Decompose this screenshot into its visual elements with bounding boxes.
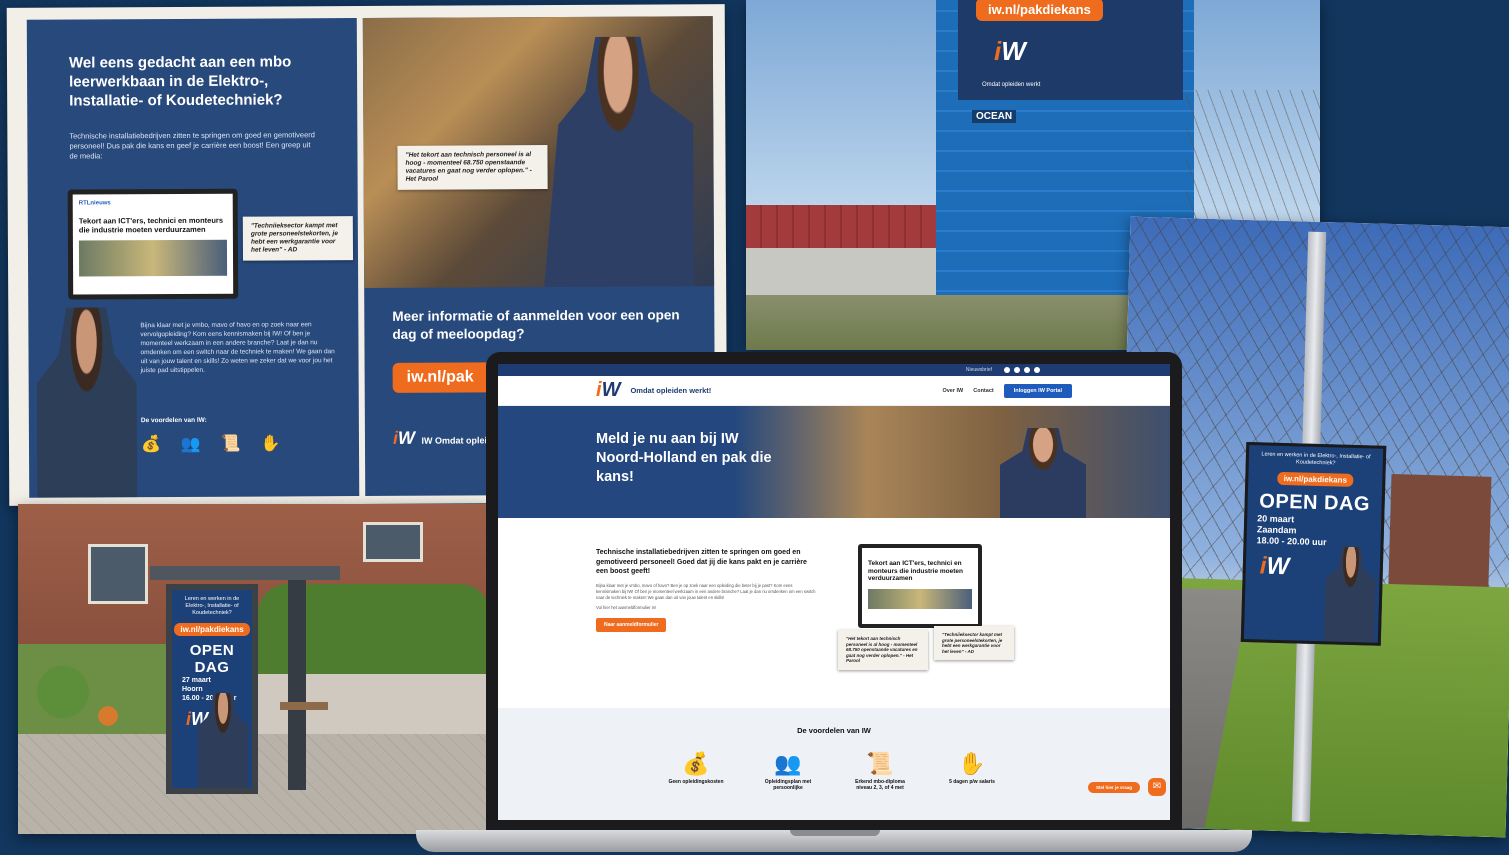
benefit-item: ✋ 5 dagen p/w salaris <box>941 751 1003 791</box>
newspaper-body-text: Technische installatiebedrijven zitten t… <box>69 130 315 161</box>
laptop-notch <box>790 830 880 836</box>
site-quote-ad: "Techniieksector kampt met grote persone… <box>934 626 1014 660</box>
shelter-wall <box>288 580 306 790</box>
benefit-item: 👥 Opleidingsplan met persoonlijke <box>757 751 819 791</box>
signup-form-button[interactable]: Naar aanmeldformulier <box>596 617 667 632</box>
newspaper-body-text-2: Bijna klaar met je vmbo, mavo of havo en… <box>140 321 335 375</box>
money-bag-icon: 💰 <box>682 751 710 776</box>
newspaper-headline: Wel eens gedacht aan een mbo leerwerkbaa… <box>68 53 292 110</box>
newspaper-brand-line: IW Omdat opleid <box>421 435 493 446</box>
newspaper-laptop-image: RTLnieuws Tekort aan ICT'ers, technici e… <box>67 188 239 300</box>
iw-logo-icon: iW <box>392 427 416 448</box>
billboard-tagline: Omdat opleiden werkt <box>982 82 1041 88</box>
site-quote-parool: "Het tekort aan technisch personeel is a… <box>838 630 928 670</box>
newspaper-benefits-title: De voordelen van IW: <box>140 416 207 425</box>
iw-logo-icon: iW <box>994 36 1026 66</box>
benefit-label: Geen opleidingskosten <box>668 779 724 785</box>
people-icon: 👥 <box>180 435 201 453</box>
site-nav: iW Omdat opleiden werkt! Over IW Contact… <box>498 376 1170 406</box>
poster-open-dag: OPEN DAG <box>189 642 235 676</box>
intro-title: Technische installatiebedrijven zitten t… <box>596 549 807 575</box>
poster-date: 27 maart <box>182 677 211 684</box>
hand-coin-icon: ✋ <box>260 435 281 453</box>
newspaper-benefits: De voordelen van IW: 💰 👥 📜 ✋ <box>141 416 341 454</box>
intro-link[interactable]: Vul hier het aanmeldformulier in! <box>596 605 816 610</box>
site-topbar: Nieuwsbrief <box>498 364 1170 376</box>
benefit-label: 5 dagen p/w salaris <box>949 779 995 785</box>
website-screen: Nieuwsbrief iW Omdat opleiden werkt! Ove… <box>498 364 1170 820</box>
billboard-url: iw.nl/pakdiekans <box>976 0 1103 21</box>
open-dag-poster: Leren en werken in de Elektro-, Installa… <box>1240 441 1387 646</box>
laptop: Nieuwsbrief iW Omdat opleiden werkt! Ove… <box>486 352 1182 832</box>
chat-prompt[interactable]: Stel hier je vraag <box>1088 782 1141 793</box>
intro-section: Technische installatiebedrijven zitten t… <box>596 548 816 632</box>
diploma-icon: 📜 <box>866 751 894 776</box>
window <box>363 522 423 562</box>
diploma-icon: 📜 <box>220 435 241 453</box>
money-bag-icon: 💰 <box>140 436 161 454</box>
hero-student-image <box>1000 428 1086 518</box>
menu-contact[interactable]: Contact <box>973 388 993 394</box>
window <box>88 544 148 604</box>
poster-url: iw.nl/pakdiekans <box>174 623 250 636</box>
menu-over-iw[interactable]: Over IW <box>942 388 963 394</box>
shelter-roof <box>150 566 340 580</box>
instagram-icon[interactable] <box>1014 367 1020 373</box>
poster-place: Hoorn <box>182 686 203 693</box>
newspaper-brand: iW IW Omdat opleid <box>393 427 493 449</box>
newsletter-link[interactable]: Nieuwsbrief <box>966 367 992 373</box>
benefit-item: 💰 Geen opleidingskosten <box>665 751 727 791</box>
tower-label: OCEAN <box>972 110 1017 123</box>
poster-intro: Leren en werken in de Elektro-, Installa… <box>1261 451 1371 467</box>
linkedin-icon[interactable] <box>1024 367 1030 373</box>
article-source: RTLnieuws <box>78 200 111 207</box>
quote-note-parool: "Het tekort aan technisch personeel is a… <box>397 145 548 190</box>
site-slogan: Omdat opleiden werkt! <box>630 386 712 395</box>
facebook-icon[interactable] <box>1004 367 1010 373</box>
newspaper-left-page: Wel eens gedacht aan een mbo leerwerkbaa… <box>26 18 360 498</box>
chat-icon[interactable]: ✉ <box>1148 778 1166 796</box>
portal-login-button[interactable]: Inloggen IW Portal <box>1003 383 1072 398</box>
benefits-section: De voordelen van IW 💰 Geen opleidingskos… <box>498 708 1170 820</box>
hero-title: Meld je nu aan bij IW Noord-Holland en p… <box>596 431 772 485</box>
article-title: Tekort aan ICT'ers, technici en monteurs… <box>78 215 224 235</box>
newspaper-cta-question: Meer informatie of aanmelden voor een op… <box>392 307 680 342</box>
benefit-label: Erkend mbo-diploma niveau 2, 3, of 4 met <box>855 779 905 791</box>
poster-url: iw.nl/pakdiekans <box>1277 471 1354 487</box>
site-article-title: Tekort aan ICT'ers, technici en monteurs… <box>868 560 963 582</box>
hand-coin-icon: ✋ <box>958 751 986 776</box>
open-dag-poster: Leren en werken in de Elektro-, Installa… <box>166 584 258 794</box>
benefits-title: De voordelen van IW <box>797 726 871 735</box>
poster-intro: Leren en werken in de Elektro-, Installa… <box>184 596 240 616</box>
iw-logo-icon[interactable]: iW <box>596 379 620 402</box>
billboard-sign: iw.nl/pakdiekans iW Omdat opleiden werkt <box>958 0 1183 100</box>
youtube-icon[interactable] <box>1034 367 1040 373</box>
site-laptop-image: Tekort aan ICT'ers, technici en monteurs… <box>858 544 982 628</box>
student-girl-image <box>36 307 137 498</box>
quote-note-ad: "Techniieksector kampt met grote persone… <box>242 216 354 261</box>
site-hero: Meld je nu aan bij IW Noord-Holland en p… <box>498 406 1170 518</box>
shelter-bench <box>280 702 328 710</box>
intro-body: Bijna klaar met je vmbo, mavo of havo? B… <box>596 582 816 600</box>
bus-shelter-photo: Leren en werken in de Elektro-, Installa… <box>18 504 490 834</box>
people-icon: 👥 <box>774 751 802 776</box>
poster-person-image <box>198 693 248 788</box>
benefit-label: Opleidingsplan met persoonlijke <box>764 779 812 791</box>
benefit-item: 📜 Erkend mbo-diploma niveau 2, 3, of 4 m… <box>849 751 911 791</box>
article-image <box>78 239 228 277</box>
